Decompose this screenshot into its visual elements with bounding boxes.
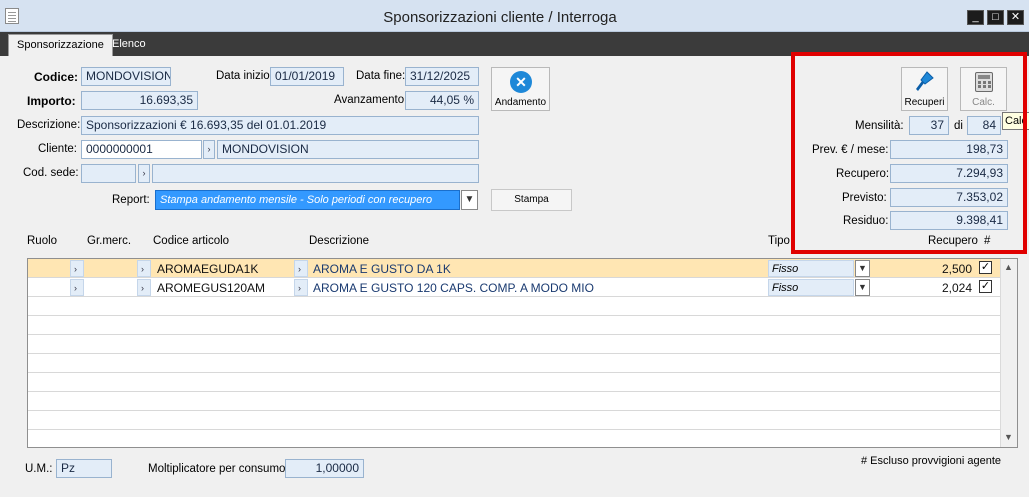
um-field[interactable]: Pz bbox=[56, 459, 112, 478]
footer-note: # Escluso provvigioni agente bbox=[861, 455, 1002, 467]
cliente-code-field[interactable]: 0000000001 bbox=[81, 140, 202, 159]
row2-recupero[interactable]: 2,024 bbox=[900, 281, 972, 295]
importo-field[interactable]: 16.693,35 bbox=[81, 91, 198, 110]
andamento-button-label: Andamento bbox=[494, 97, 547, 108]
descrizione-label: Descrizione: bbox=[17, 119, 81, 131]
cliente-lookup-arrow-icon[interactable]: › bbox=[203, 140, 215, 159]
tab-sponsorizzazione[interactable]: Sponsorizzazione bbox=[8, 34, 113, 56]
col-ruolo[interactable]: Ruolo bbox=[27, 235, 57, 247]
row2-checkbox[interactable]: ✓ bbox=[979, 280, 992, 293]
row2-tipo[interactable]: Fisso bbox=[768, 279, 854, 296]
col-recupero[interactable]: Recupero bbox=[928, 235, 978, 247]
close-button[interactable]: ✕ bbox=[1007, 10, 1024, 25]
maximize-button[interactable]: □ bbox=[987, 10, 1004, 25]
data-inizio-field[interactable]: 01/01/2019 bbox=[270, 67, 344, 86]
col-tipo[interactable]: Tipo bbox=[768, 235, 790, 247]
moltiplicatore-field[interactable]: 1,00000 bbox=[285, 459, 364, 478]
codice-field[interactable]: MONDOVISION bbox=[81, 67, 171, 86]
chevron-down-icon[interactable]: ▼ bbox=[461, 190, 478, 210]
descrizione-field[interactable]: Sponsorizzazioni € 16.693,35 del 01.01.2… bbox=[81, 116, 479, 135]
row2-ruolo-arrow-icon[interactable]: › bbox=[70, 279, 84, 296]
avanzamento-label: Avanzamento: bbox=[334, 94, 408, 106]
codice-label: Codice: bbox=[34, 70, 79, 84]
window-title: Sponsorizzazioni cliente / Interroga bbox=[383, 9, 617, 26]
col-codice-articolo[interactable]: Codice articolo bbox=[153, 235, 229, 247]
row1-codice[interactable]: AROMAEGUDA1K bbox=[157, 262, 258, 276]
stampa-button[interactable]: Stampa bbox=[491, 189, 572, 211]
tab-elenco[interactable]: Elenco bbox=[104, 34, 154, 56]
row1-descrizione[interactable]: AROMA E GUSTO DA 1K bbox=[313, 262, 451, 276]
row2-descrizione[interactable]: AROMA E GUSTO 120 CAPS. COMP. A MODO MIO bbox=[313, 281, 594, 295]
data-inizio-label: Data inizio: bbox=[216, 70, 273, 82]
cliente-label: Cliente: bbox=[38, 143, 77, 155]
importo-label: Importo: bbox=[27, 94, 76, 108]
data-fine-label: Data fine: bbox=[356, 70, 406, 82]
row1-tipo[interactable]: Fisso bbox=[768, 260, 854, 277]
row2-codice[interactable]: AROMEGUS120AM bbox=[157, 281, 265, 295]
cancel-circle-icon: ✕ bbox=[510, 71, 532, 93]
row1-codice-arrow-icon[interactable]: › bbox=[294, 260, 308, 277]
scroll-up-icon[interactable]: ▲ bbox=[1002, 262, 1015, 274]
row1-ruolo-arrow-icon[interactable]: › bbox=[70, 260, 84, 277]
cliente-name-field[interactable]: MONDOVISION bbox=[217, 140, 479, 159]
row2-tipo-chevron-down-icon[interactable]: ▼ bbox=[855, 279, 870, 296]
um-label: U.M.: bbox=[25, 463, 53, 475]
avanzamento-field[interactable]: 44,05 % bbox=[405, 91, 479, 110]
highlight-box bbox=[791, 52, 1027, 254]
data-fine-field[interactable]: 31/12/2025 bbox=[405, 67, 479, 86]
scroll-down-icon[interactable]: ▼ bbox=[1002, 432, 1015, 444]
cod-sede-lookup-arrow-icon[interactable]: › bbox=[138, 164, 150, 183]
cod-sede-label: Cod. sede: bbox=[23, 167, 79, 179]
row2-grmerc-arrow-icon[interactable]: › bbox=[137, 279, 151, 296]
row2-codice-arrow-icon[interactable]: › bbox=[294, 279, 308, 296]
vertical-scrollbar[interactable] bbox=[1000, 259, 1017, 447]
andamento-button[interactable]: ✕ Andamento bbox=[491, 67, 550, 111]
col-descrizione[interactable]: Descrizione bbox=[309, 235, 369, 247]
row1-checkbox[interactable]: ✓ bbox=[979, 261, 992, 274]
row1-tipo-chevron-down-icon[interactable]: ▼ bbox=[855, 260, 870, 277]
moltiplicatore-label: Moltiplicatore per consumo: bbox=[148, 463, 289, 475]
cod-sede-field[interactable] bbox=[81, 164, 136, 183]
report-label: Report: bbox=[112, 194, 150, 206]
col-hash[interactable]: # bbox=[984, 235, 990, 247]
row1-grmerc-arrow-icon[interactable]: › bbox=[137, 260, 151, 277]
cod-sede-desc-field[interactable] bbox=[152, 164, 479, 183]
col-grmerc[interactable]: Gr.merc. bbox=[87, 235, 131, 247]
row1-recupero[interactable]: 2,500 bbox=[900, 262, 972, 276]
minimize-button[interactable]: _ bbox=[967, 10, 984, 25]
report-select[interactable]: Stampa andamento mensile - Solo periodi … bbox=[155, 190, 460, 210]
